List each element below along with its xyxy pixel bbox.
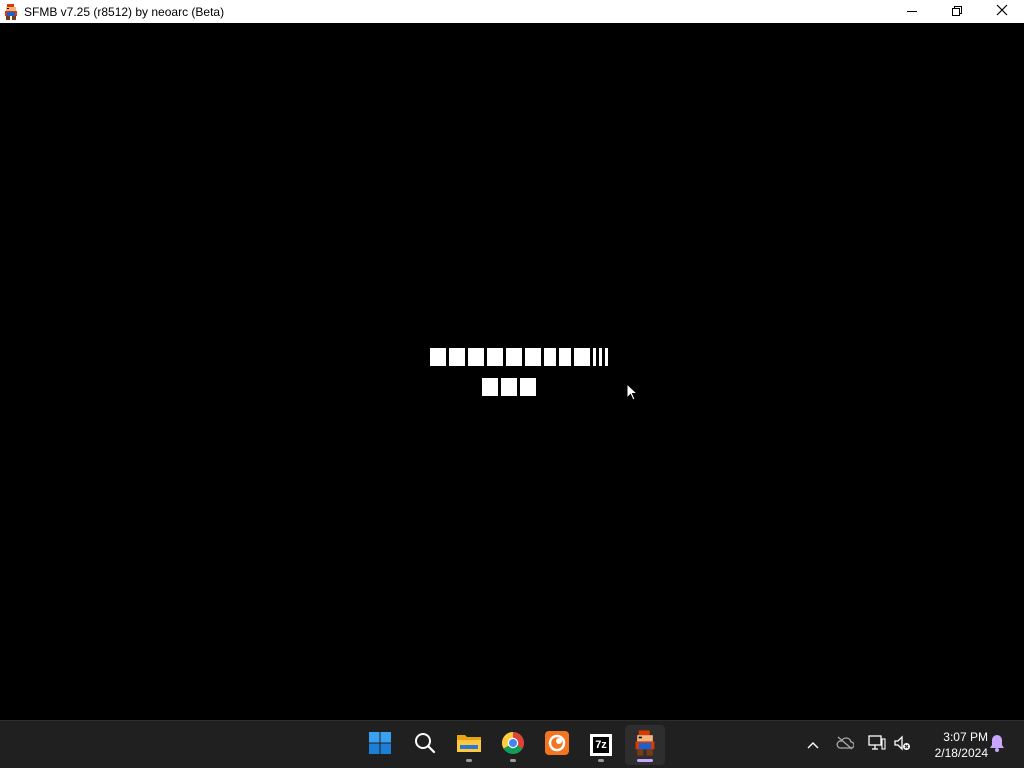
text-glyph (599, 348, 602, 366)
network-tray[interactable] (865, 733, 889, 757)
text-glyph (449, 348, 465, 366)
onedrive-tray[interactable] (833, 733, 857, 757)
running-indicator (637, 759, 653, 762)
loading-text-line-1 (430, 348, 608, 366)
title-bar[interactable]: SFMB v7.25 (r8512) by neoarc (Beta) (0, 0, 1024, 23)
minimize-button[interactable] (889, 0, 934, 23)
volume-tray[interactable] (890, 733, 914, 757)
text-glyph (468, 348, 484, 366)
text-glyph (544, 348, 556, 366)
close-icon (996, 3, 1008, 21)
taskbar-app-7zip[interactable]: 7z (581, 725, 621, 765)
windows-start-icon (368, 731, 392, 760)
mario-icon (634, 729, 656, 761)
text-glyph (482, 378, 498, 396)
restore-button[interactable] (934, 0, 979, 23)
game-canvas[interactable] (0, 23, 1024, 720)
text-glyph (487, 348, 503, 366)
close-button[interactable] (979, 0, 1024, 23)
clock[interactable]: 3:07 PM 2/18/2024 (918, 729, 988, 761)
clock-date: 2/18/2024 (934, 746, 988, 760)
7zip-label: 7z (593, 737, 609, 753)
bell-icon (989, 734, 1005, 757)
text-glyph (520, 378, 536, 396)
loading-text-line-2 (482, 378, 536, 396)
folder-icon (456, 732, 482, 759)
start-button[interactable] (360, 725, 400, 765)
restore-icon (951, 3, 962, 21)
taskbar: 7z 3:07 PM 2/18/2024 (0, 720, 1024, 768)
window-title: SFMB v7.25 (r8512) by neoarc (Beta) (24, 4, 225, 19)
clock-time: 3:07 PM (943, 730, 988, 744)
crunchyroll-icon (545, 730, 569, 760)
text-glyph (525, 348, 541, 366)
window-controls (889, 0, 1024, 23)
running-indicator (466, 759, 472, 762)
search-button[interactable] (405, 725, 445, 765)
minimize-icon (906, 3, 917, 21)
text-glyph (506, 348, 522, 366)
running-indicator (510, 759, 516, 762)
text-glyph (593, 348, 596, 366)
show-hidden-icons-button[interactable] (801, 733, 825, 757)
chrome-icon (501, 731, 525, 760)
taskbar-app-sfmb[interactable] (625, 725, 665, 765)
mouse-cursor-icon (626, 382, 639, 407)
notifications-button[interactable] (985, 733, 1009, 757)
mario-icon (3, 3, 19, 20)
text-glyph (501, 378, 517, 396)
taskbar-app-chrome[interactable] (493, 725, 533, 765)
text-glyph (574, 348, 590, 366)
network-icon (868, 734, 886, 756)
text-glyph (559, 348, 571, 366)
taskbar-app-crunchyroll[interactable] (537, 725, 577, 765)
onedrive-icon (836, 736, 855, 755)
chevron-up-icon (807, 736, 819, 754)
running-indicator (598, 759, 604, 762)
text-glyph (605, 348, 608, 366)
volume-muted-icon (893, 734, 911, 756)
taskbar-app-file-explorer[interactable] (449, 725, 489, 765)
search-icon (413, 731, 437, 760)
text-glyph (430, 348, 446, 366)
7zip-icon: 7z (590, 734, 612, 756)
